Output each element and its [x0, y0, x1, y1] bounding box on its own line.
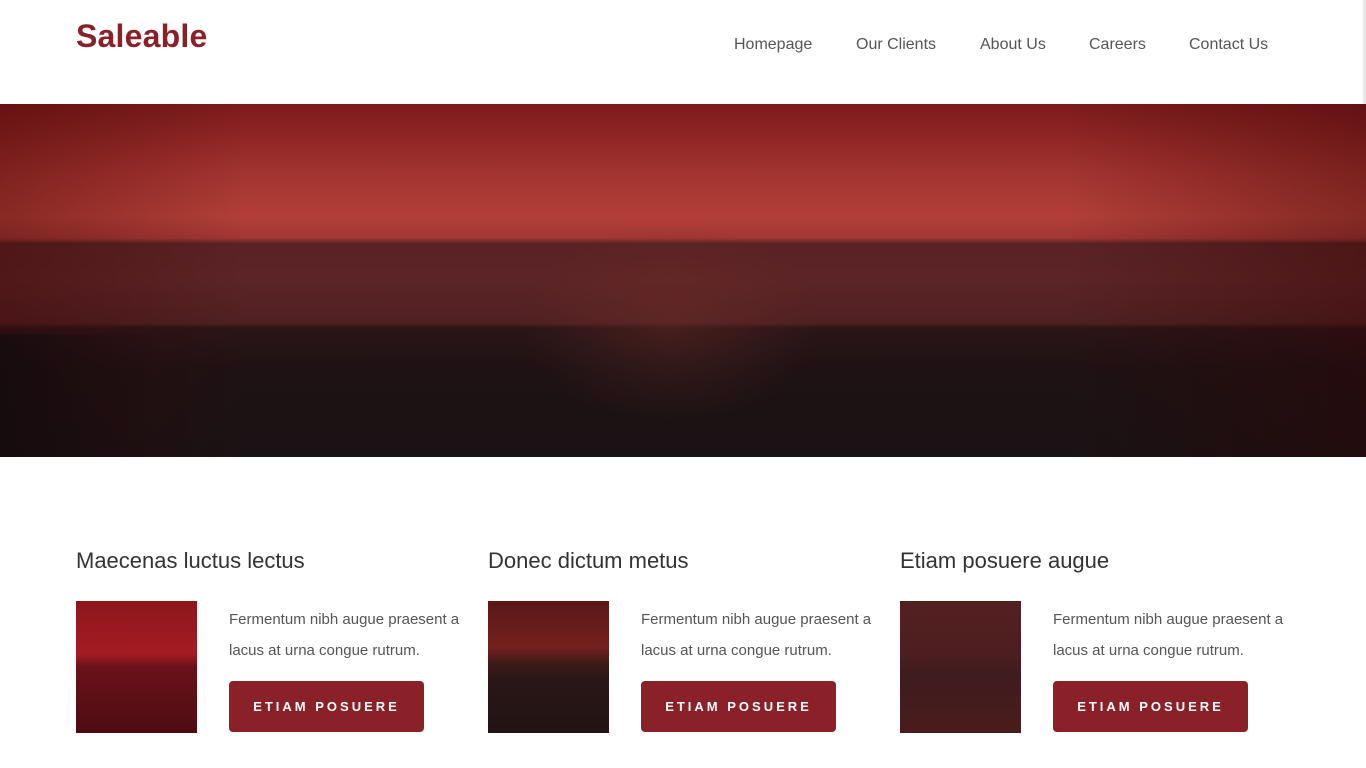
hero-banner-image [0, 104, 1366, 457]
nav-our-clients[interactable]: Our Clients [856, 36, 936, 54]
feature-title: Etiam posuere augue [900, 548, 1110, 573]
feature-text: Fermentum nibh augue praesent a lacus at… [229, 611, 460, 659]
main-nav: Homepage Our Clients About Us Careers Co… [0, 36, 1366, 56]
feature-thumbnail [76, 601, 197, 733]
feature-title: Maecenas luctus lectus [76, 548, 305, 573]
etiam-posuere-button-1[interactable]: ETIAM POSUERE [229, 681, 424, 732]
site-header: Saleable Homepage Our Clients About Us C… [0, 0, 1366, 104]
nav-careers[interactable]: Careers [1089, 36, 1146, 54]
etiam-posuere-button-2[interactable]: ETIAM POSUERE [641, 681, 836, 732]
feature-card-1: Maecenas luctus lectus Fermentum nibh au… [76, 548, 476, 748]
nav-homepage[interactable]: Homepage [734, 36, 812, 54]
feature-text: Fermentum nibh augue praesent a lacus at… [1053, 611, 1284, 659]
feature-thumbnail [488, 601, 609, 733]
feature-title: Donec dictum metus [488, 548, 689, 573]
feature-card-3: Etiam posuere augue Fermentum nibh augue… [900, 548, 1300, 748]
feature-text: Fermentum nibh augue praesent a lacus at… [641, 611, 872, 659]
nav-about-us[interactable]: About Us [980, 36, 1046, 54]
feature-thumbnail [900, 601, 1021, 733]
nav-contact-us[interactable]: Contact Us [1189, 36, 1268, 54]
etiam-posuere-button-3[interactable]: ETIAM POSUERE [1053, 681, 1248, 732]
feature-card-2: Donec dictum metus Fermentum nibh augue … [488, 548, 888, 748]
